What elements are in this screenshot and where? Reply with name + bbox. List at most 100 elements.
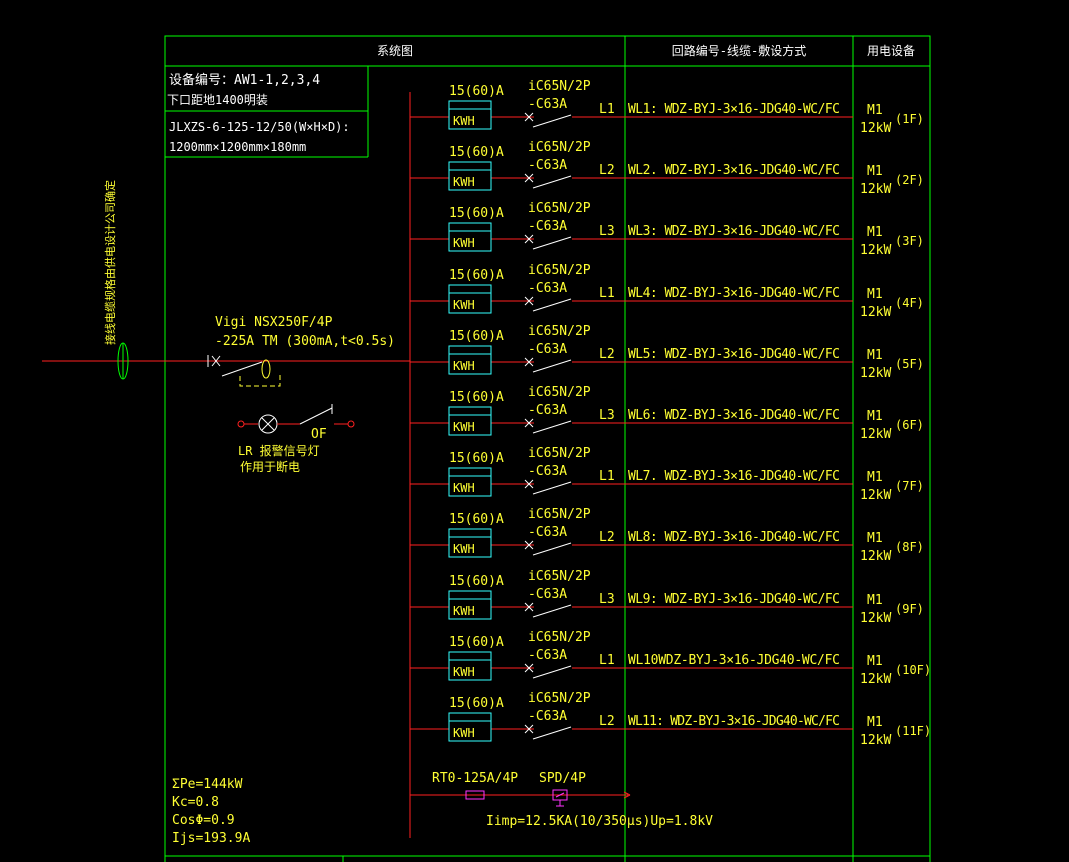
load-id: M1 bbox=[867, 348, 883, 363]
breaker-gap bbox=[534, 115, 572, 129]
meter-label: KWH bbox=[453, 298, 475, 312]
phase-label: L3 bbox=[599, 408, 615, 423]
load-id: M1 bbox=[867, 225, 883, 240]
load-id: M1 bbox=[867, 531, 883, 546]
panel-dimensions: 1200mm×1200mm×180mm bbox=[169, 140, 306, 154]
breaker-model: iC65N/2P bbox=[528, 507, 591, 522]
load-id: M1 bbox=[867, 409, 883, 424]
load-id: M1 bbox=[867, 654, 883, 669]
circuit-row: 15(60)A KWH iC65N/2P -C63A L3 WL9: WDZ-BYJ-3×… bbox=[410, 569, 924, 626]
cable-spec: WL5: WDZ-BYJ-3×16-JDG40-WC/FC bbox=[628, 347, 840, 362]
main-breaker-spec: -225A TM (300mA,t<0.5s) bbox=[215, 334, 395, 349]
breaker-rating: -C63A bbox=[528, 648, 567, 663]
panel-model: JLXZS-6-125-12/50(W×H×D): bbox=[169, 120, 350, 134]
meter-rating: 15(60)A bbox=[449, 696, 504, 711]
phase-label: L1 bbox=[599, 102, 615, 117]
breaker-model: iC65N/2P bbox=[528, 569, 591, 584]
meter-rating: 15(60)A bbox=[449, 451, 504, 466]
load-floor: (3F) bbox=[895, 234, 924, 248]
breaker-rating: -C63A bbox=[528, 403, 567, 418]
breaker-gap bbox=[534, 543, 572, 557]
breaker-rating: -C63A bbox=[528, 281, 567, 296]
cable-spec: WL9: WDZ-BYJ-3×16-JDG40-WC/FC bbox=[628, 592, 840, 607]
meter-rating: 15(60)A bbox=[449, 268, 504, 283]
header-system-diagram: 系统图 bbox=[377, 44, 413, 58]
load-id: M1 bbox=[867, 593, 883, 608]
breaker-model: iC65N/2P bbox=[528, 630, 591, 645]
header-circuit-column: 回路编号-线缆-敷设方式 bbox=[672, 43, 806, 58]
cable-spec: WL10WDZ-BYJ-3×16-JDG40-WC/FC bbox=[628, 653, 840, 668]
breaker-rating: -C63A bbox=[528, 464, 567, 479]
breaker-rating: -C63A bbox=[528, 219, 567, 234]
cable-spec: WL11: WDZ-BYJ-3×16-JDG40-WC/FC bbox=[628, 714, 840, 729]
power-factor: CosΦ=0.9 bbox=[172, 813, 235, 828]
device-number: 设备编号：AW1-1,2,3,4 bbox=[169, 72, 320, 88]
breaker-gap bbox=[534, 360, 572, 374]
meter-label: KWH bbox=[453, 726, 475, 740]
cable-spec: WL1: WDZ-BYJ-3×16-JDG40-WC/FC bbox=[628, 102, 840, 117]
load-floor: (9F) bbox=[895, 602, 924, 616]
load-floor: (6F) bbox=[895, 418, 924, 432]
load-power: 12kW bbox=[860, 672, 891, 687]
cable-spec: WL3: WDZ-BYJ-3×16-JDG40-WC/FC bbox=[628, 224, 840, 239]
load-id: M1 bbox=[867, 103, 883, 118]
meter-rating: 15(60)A bbox=[449, 145, 504, 160]
circuit-row: 15(60)A KWH iC65N/2P -C63A L2 WL8: WDZ-BYJ-3×… bbox=[410, 507, 924, 564]
load-power: 12kW bbox=[860, 549, 891, 564]
main-breaker-model: Vigi NSX250F/4P bbox=[215, 315, 333, 330]
total-power: ΣPe=144kW bbox=[172, 777, 243, 792]
breaker-gap bbox=[534, 605, 572, 619]
breaker-rating: -C63A bbox=[528, 158, 567, 173]
meter-label: KWH bbox=[453, 359, 475, 373]
circuit-row: 15(60)A KWH iC65N/2P -C63A L1 WL4: WDZ-BYJ-3×… bbox=[410, 263, 924, 320]
load-floor: (5F) bbox=[895, 357, 924, 371]
cable-spec: WL2. WDZ-BYJ-3×16-JDG40-WC/FC bbox=[628, 163, 840, 178]
mount-height: 下口距地1400明装 bbox=[167, 93, 268, 107]
load-power: 12kW bbox=[860, 611, 891, 626]
breaker-model: iC65N/2P bbox=[528, 446, 591, 461]
load-floor: (7F) bbox=[895, 479, 924, 493]
load-floor: (1F) bbox=[895, 112, 924, 126]
phase-label: L3 bbox=[599, 224, 615, 239]
of-contact-icon bbox=[299, 407, 333, 425]
breaker-model: iC65N/2P bbox=[528, 263, 591, 278]
load-power: 12kW bbox=[860, 366, 891, 381]
phase-label: L2 bbox=[599, 714, 615, 729]
meter-label: KWH bbox=[453, 481, 475, 495]
load-power: 12kW bbox=[860, 427, 891, 442]
meter-label: KWH bbox=[453, 665, 475, 679]
meter-rating: 15(60)A bbox=[449, 574, 504, 589]
breaker-model: iC65N/2P bbox=[528, 79, 591, 94]
phase-label: L2 bbox=[599, 530, 615, 545]
phase-label: L1 bbox=[599, 286, 615, 301]
load-power: 12kW bbox=[860, 733, 891, 748]
meter-rating: 15(60)A bbox=[449, 390, 504, 405]
breaker-model: iC65N/2P bbox=[528, 201, 591, 216]
breaker-model: iC65N/2P bbox=[528, 385, 591, 400]
meter-rating: 15(60)A bbox=[449, 512, 504, 527]
cable-spec: WL4: WDZ-BYJ-3×16-JDG40-WC/FC bbox=[628, 286, 840, 301]
schematic-canvas: 系统图 回路编号-线缆-敷设方式 用电设备 设备编号：AW1-1,2,3,4 下… bbox=[42, 35, 931, 862]
meter-label: KWH bbox=[453, 114, 475, 128]
phase-label: L1 bbox=[599, 653, 615, 668]
meter-label: KWH bbox=[453, 542, 475, 556]
breaker-model: iC65N/2P bbox=[528, 691, 591, 706]
breaker-gap bbox=[534, 727, 572, 741]
breaker-gap bbox=[534, 421, 572, 435]
phase-label: L2 bbox=[599, 347, 615, 362]
breaker-gap bbox=[534, 299, 572, 313]
breaker-rating: -C63A bbox=[528, 342, 567, 357]
breaker-gap bbox=[534, 176, 572, 190]
lamp-function: 作用于断电 bbox=[240, 459, 300, 474]
fuse-label: RT0-125A/4P bbox=[432, 771, 518, 786]
breaker-rating: -C63A bbox=[528, 709, 567, 724]
breaker-gap bbox=[534, 482, 572, 496]
load-power: 12kW bbox=[860, 243, 891, 258]
main-breaker-icon bbox=[207, 355, 281, 387]
lamp-label: LR 报警信号灯 bbox=[238, 443, 320, 458]
cable-spec: WL6: WDZ-BYJ-3×16-JDG40-WC/FC bbox=[628, 408, 840, 423]
circuit-row: 15(60)A KWH iC65N/2P -C63A L1 WL1: WDZ-BYJ-3×… bbox=[410, 79, 924, 136]
breaker-rating: -C63A bbox=[528, 525, 567, 540]
load-power: 12kW bbox=[860, 121, 891, 136]
load-id: M1 bbox=[867, 287, 883, 302]
